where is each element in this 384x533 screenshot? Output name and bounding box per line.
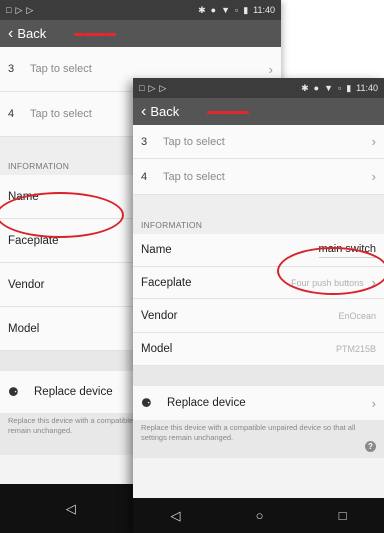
battery-icon: ▮ xyxy=(346,82,352,93)
record-icon: ● xyxy=(313,82,320,93)
faceplate-row[interactable]: Faceplate Four push buttons › xyxy=(133,267,384,299)
slot-placeholder: Tap to select xyxy=(163,135,225,148)
bluetooth-icon: ✱ xyxy=(301,82,309,93)
status-bar: □ ▷ ▷ ✱ ● ▼ ▫ ▮ 11:40 xyxy=(0,0,281,20)
nav-recents-icon[interactable]: □ xyxy=(339,509,347,522)
nav-bar: ◁ ○ □ xyxy=(133,498,384,533)
replace-device-description: Replace this device with a compatible un… xyxy=(133,420,384,458)
redacted-title: ▬▬▬▬ xyxy=(74,28,117,39)
chevron-left-icon[interactable]: ‹ xyxy=(141,103,146,120)
front-phone-screen: □ ▷ ▷ ✱ ● ▼ ▫ ▮ 11:40 ‹ Back ▬▬▬▬ 3 Tap … xyxy=(133,78,384,533)
play-icon: ▷ xyxy=(15,4,23,15)
replace-device-icon: ⚈ xyxy=(141,396,152,410)
slot-number: 3 xyxy=(8,63,15,75)
back-button[interactable]: Back xyxy=(150,104,179,119)
section-header: INFORMATION xyxy=(133,195,384,234)
wifi-icon: ▼ xyxy=(221,4,230,15)
slot-row-4[interactable]: 4 Tap to select › xyxy=(133,159,384,195)
spacer xyxy=(133,366,384,386)
replace-device-description-text: Replace this device with a compatible un… xyxy=(141,423,356,442)
clock: 11:40 xyxy=(356,83,378,93)
replace-device-icon: ⚈ xyxy=(8,385,19,399)
chevron-right-icon: › xyxy=(371,395,376,411)
slot-row-3[interactable]: 3 Tap to select › xyxy=(133,125,384,159)
nav-back-icon[interactable]: ◁ xyxy=(171,509,181,522)
signal-icon: ▫ xyxy=(234,4,239,15)
status-bar: □ ▷ ▷ ✱ ● ▼ ▫ ▮ 11:40 xyxy=(133,78,384,98)
back-button[interactable]: Back xyxy=(17,26,46,41)
app-bar: ‹ Back ▬▬▬▬ xyxy=(0,20,281,47)
replace-device-label: Replace device xyxy=(167,397,246,409)
model-value: PTM215B xyxy=(335,344,376,354)
model-row: Model PTM215B xyxy=(133,333,384,366)
faceplate-value: Four push buttons xyxy=(291,277,364,288)
name-row[interactable]: Name main switch xyxy=(133,234,384,267)
vendor-row: Vendor EnOcean xyxy=(133,299,384,333)
notification-icon: □ xyxy=(6,4,12,15)
redacted-title: ▬▬▬▬ xyxy=(207,106,250,117)
slot-number: 4 xyxy=(141,170,148,183)
play-icon: ▷ xyxy=(26,4,34,15)
name-input[interactable]: main switch xyxy=(318,243,376,258)
name-label: Name xyxy=(8,190,39,203)
vendor-label: Vendor xyxy=(141,309,178,322)
app-bar: ‹ Back ▬▬▬▬ xyxy=(133,98,384,125)
chevron-right-icon: › xyxy=(371,169,376,184)
record-icon: ● xyxy=(210,4,217,15)
faceplate-label: Faceplate xyxy=(141,276,192,289)
replace-device-label: Replace device xyxy=(34,386,113,398)
nav-back-icon[interactable]: ◁ xyxy=(66,502,76,515)
replace-device-row[interactable]: ⚈ Replace device › xyxy=(133,386,384,420)
battery-icon: ▮ xyxy=(243,4,249,15)
nav-home-icon[interactable]: ○ xyxy=(256,509,264,522)
wifi-icon: ▼ xyxy=(324,82,333,93)
model-label: Model xyxy=(8,322,40,335)
model-label: Model xyxy=(141,343,173,355)
slot-placeholder: Tap to select xyxy=(30,63,92,75)
vendor-label: Vendor xyxy=(8,278,45,291)
chevron-right-icon: › xyxy=(371,275,376,290)
help-icon[interactable]: ? xyxy=(365,441,376,452)
slot-placeholder: Tap to select xyxy=(163,170,225,183)
slot-number: 3 xyxy=(141,135,148,148)
signal-icon: ▫ xyxy=(337,82,342,93)
notification-icon: □ xyxy=(139,82,145,93)
clock: 11:40 xyxy=(253,5,275,15)
play-icon: ▷ xyxy=(159,82,167,93)
chevron-right-icon: › xyxy=(268,61,273,77)
play-icon: ▷ xyxy=(148,82,156,93)
slot-number: 4 xyxy=(8,108,15,120)
faceplate-label: Faceplate xyxy=(8,234,59,247)
chevron-right-icon: › xyxy=(371,134,376,149)
vendor-value: EnOcean xyxy=(338,310,376,321)
name-label: Name xyxy=(141,244,172,256)
bluetooth-icon: ✱ xyxy=(198,4,206,15)
chevron-left-icon[interactable]: ‹ xyxy=(8,25,13,42)
